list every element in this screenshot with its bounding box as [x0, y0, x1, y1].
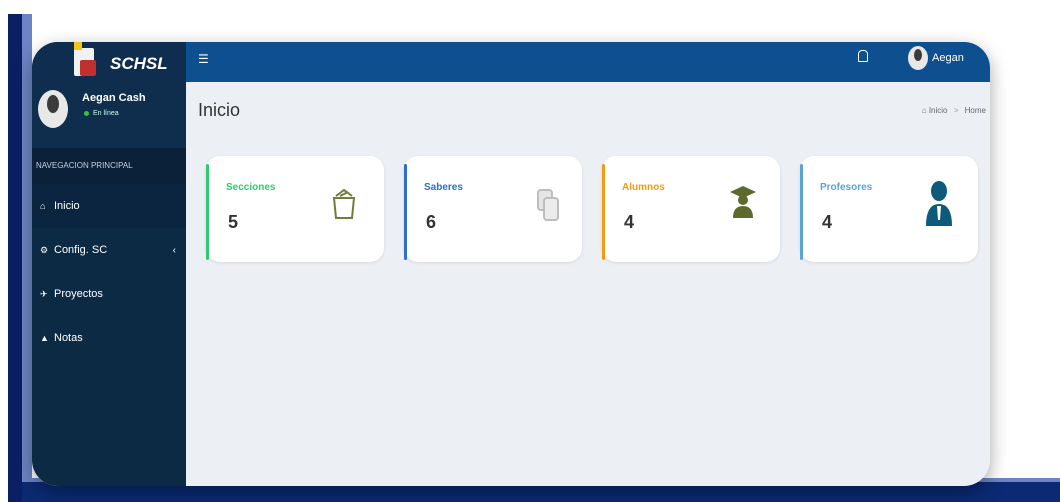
topbar-avatar[interactable]: [908, 46, 928, 70]
stat-card-alumnos[interactable]: Alumnos 4: [602, 156, 780, 262]
user-status: En línea: [84, 110, 119, 117]
graduate-icon: [730, 186, 756, 218]
card-label: Secciones: [226, 182, 276, 193]
stat-card-secciones[interactable]: Secciones 5: [206, 156, 384, 262]
breadcrumb-current: Home: [964, 106, 986, 115]
sidebar: SCHSL Aegan Cash En línea NAVEGACION PRI…: [32, 42, 186, 486]
stat-card-profesores[interactable]: Profesores 4: [800, 156, 978, 262]
home-icon: ⌂: [40, 201, 46, 211]
user-tie-icon: [926, 181, 952, 226]
bell-icon[interactable]: [858, 50, 868, 62]
card-value: 5: [228, 212, 239, 232]
brand[interactable]: SCHSL: [32, 42, 186, 82]
brand-name: SCHSL: [110, 54, 168, 73]
card-value: 4: [822, 212, 833, 232]
card-value: 4: [624, 212, 635, 232]
sidebar-item-inicio[interactable]: ⌂ Inicio: [32, 184, 186, 228]
user-panel: Aegan Cash En línea: [32, 82, 186, 148]
sidebar-item-proyectos[interactable]: ✈ Proyectos: [32, 272, 186, 316]
card-accent-bar: [206, 164, 209, 260]
topbar: ☰ Aegan: [186, 42, 990, 82]
breadcrumb-home[interactable]: Inicio: [929, 106, 948, 115]
card-label: Profesores: [820, 182, 873, 193]
app-window: SCHSL Aegan Cash En línea NAVEGACION PRI…: [32, 42, 990, 486]
chevron-left-icon: ‹: [172, 244, 176, 256]
card-label: Alumnos: [622, 182, 665, 193]
documents-icon: [537, 189, 559, 221]
paper-plane-icon: ✈: [40, 288, 48, 299]
card-accent-bar: [602, 164, 605, 260]
menu-toggle-icon[interactable]: ☰: [198, 52, 209, 66]
user-name: Aegan Cash: [82, 92, 146, 104]
sidebar-item-notas[interactable]: ▲ Notas: [32, 316, 186, 360]
card-accent-bar: [800, 164, 803, 260]
breadcrumb: ⌂ Inicio > Home: [922, 106, 986, 115]
topbar-user-name[interactable]: Aegan: [932, 52, 964, 64]
sidebar-item-label: Notas: [54, 332, 83, 344]
breadcrumb-separator: >: [953, 106, 959, 115]
page-title: Inicio: [198, 100, 241, 120]
graduation-cap-icon: ▲: [40, 333, 49, 343]
user-status-text: En línea: [93, 110, 119, 117]
frame-left-border: [8, 14, 22, 502]
frame-left-accent: [22, 14, 32, 502]
card-accent-bar: [404, 164, 407, 260]
home-crumb-icon: ⌂: [921, 106, 927, 115]
stat-card-saberes[interactable]: Saberes 6: [404, 156, 582, 262]
main-content: Inicio ⌂ Inicio > Home Secciones 5 Saber…: [186, 82, 990, 486]
cogs-icon: ⚙: [40, 244, 49, 255]
avatar: [38, 90, 68, 128]
folder-icon: [332, 188, 356, 219]
sidebar-item-label: Config. SC: [54, 244, 108, 256]
nav-header: NAVEGACION PRINCIPAL: [32, 148, 186, 184]
card-value: 6: [426, 212, 437, 232]
sidebar-item-label: Proyectos: [54, 288, 103, 300]
online-dot-icon: [84, 110, 89, 116]
sidebar-item-label: Inicio: [54, 200, 80, 212]
card-label: Saberes: [424, 182, 463, 193]
logo-icon: [74, 42, 96, 76]
sidebar-item-config-sc[interactable]: ⚙ Config. SC ‹: [32, 228, 186, 272]
